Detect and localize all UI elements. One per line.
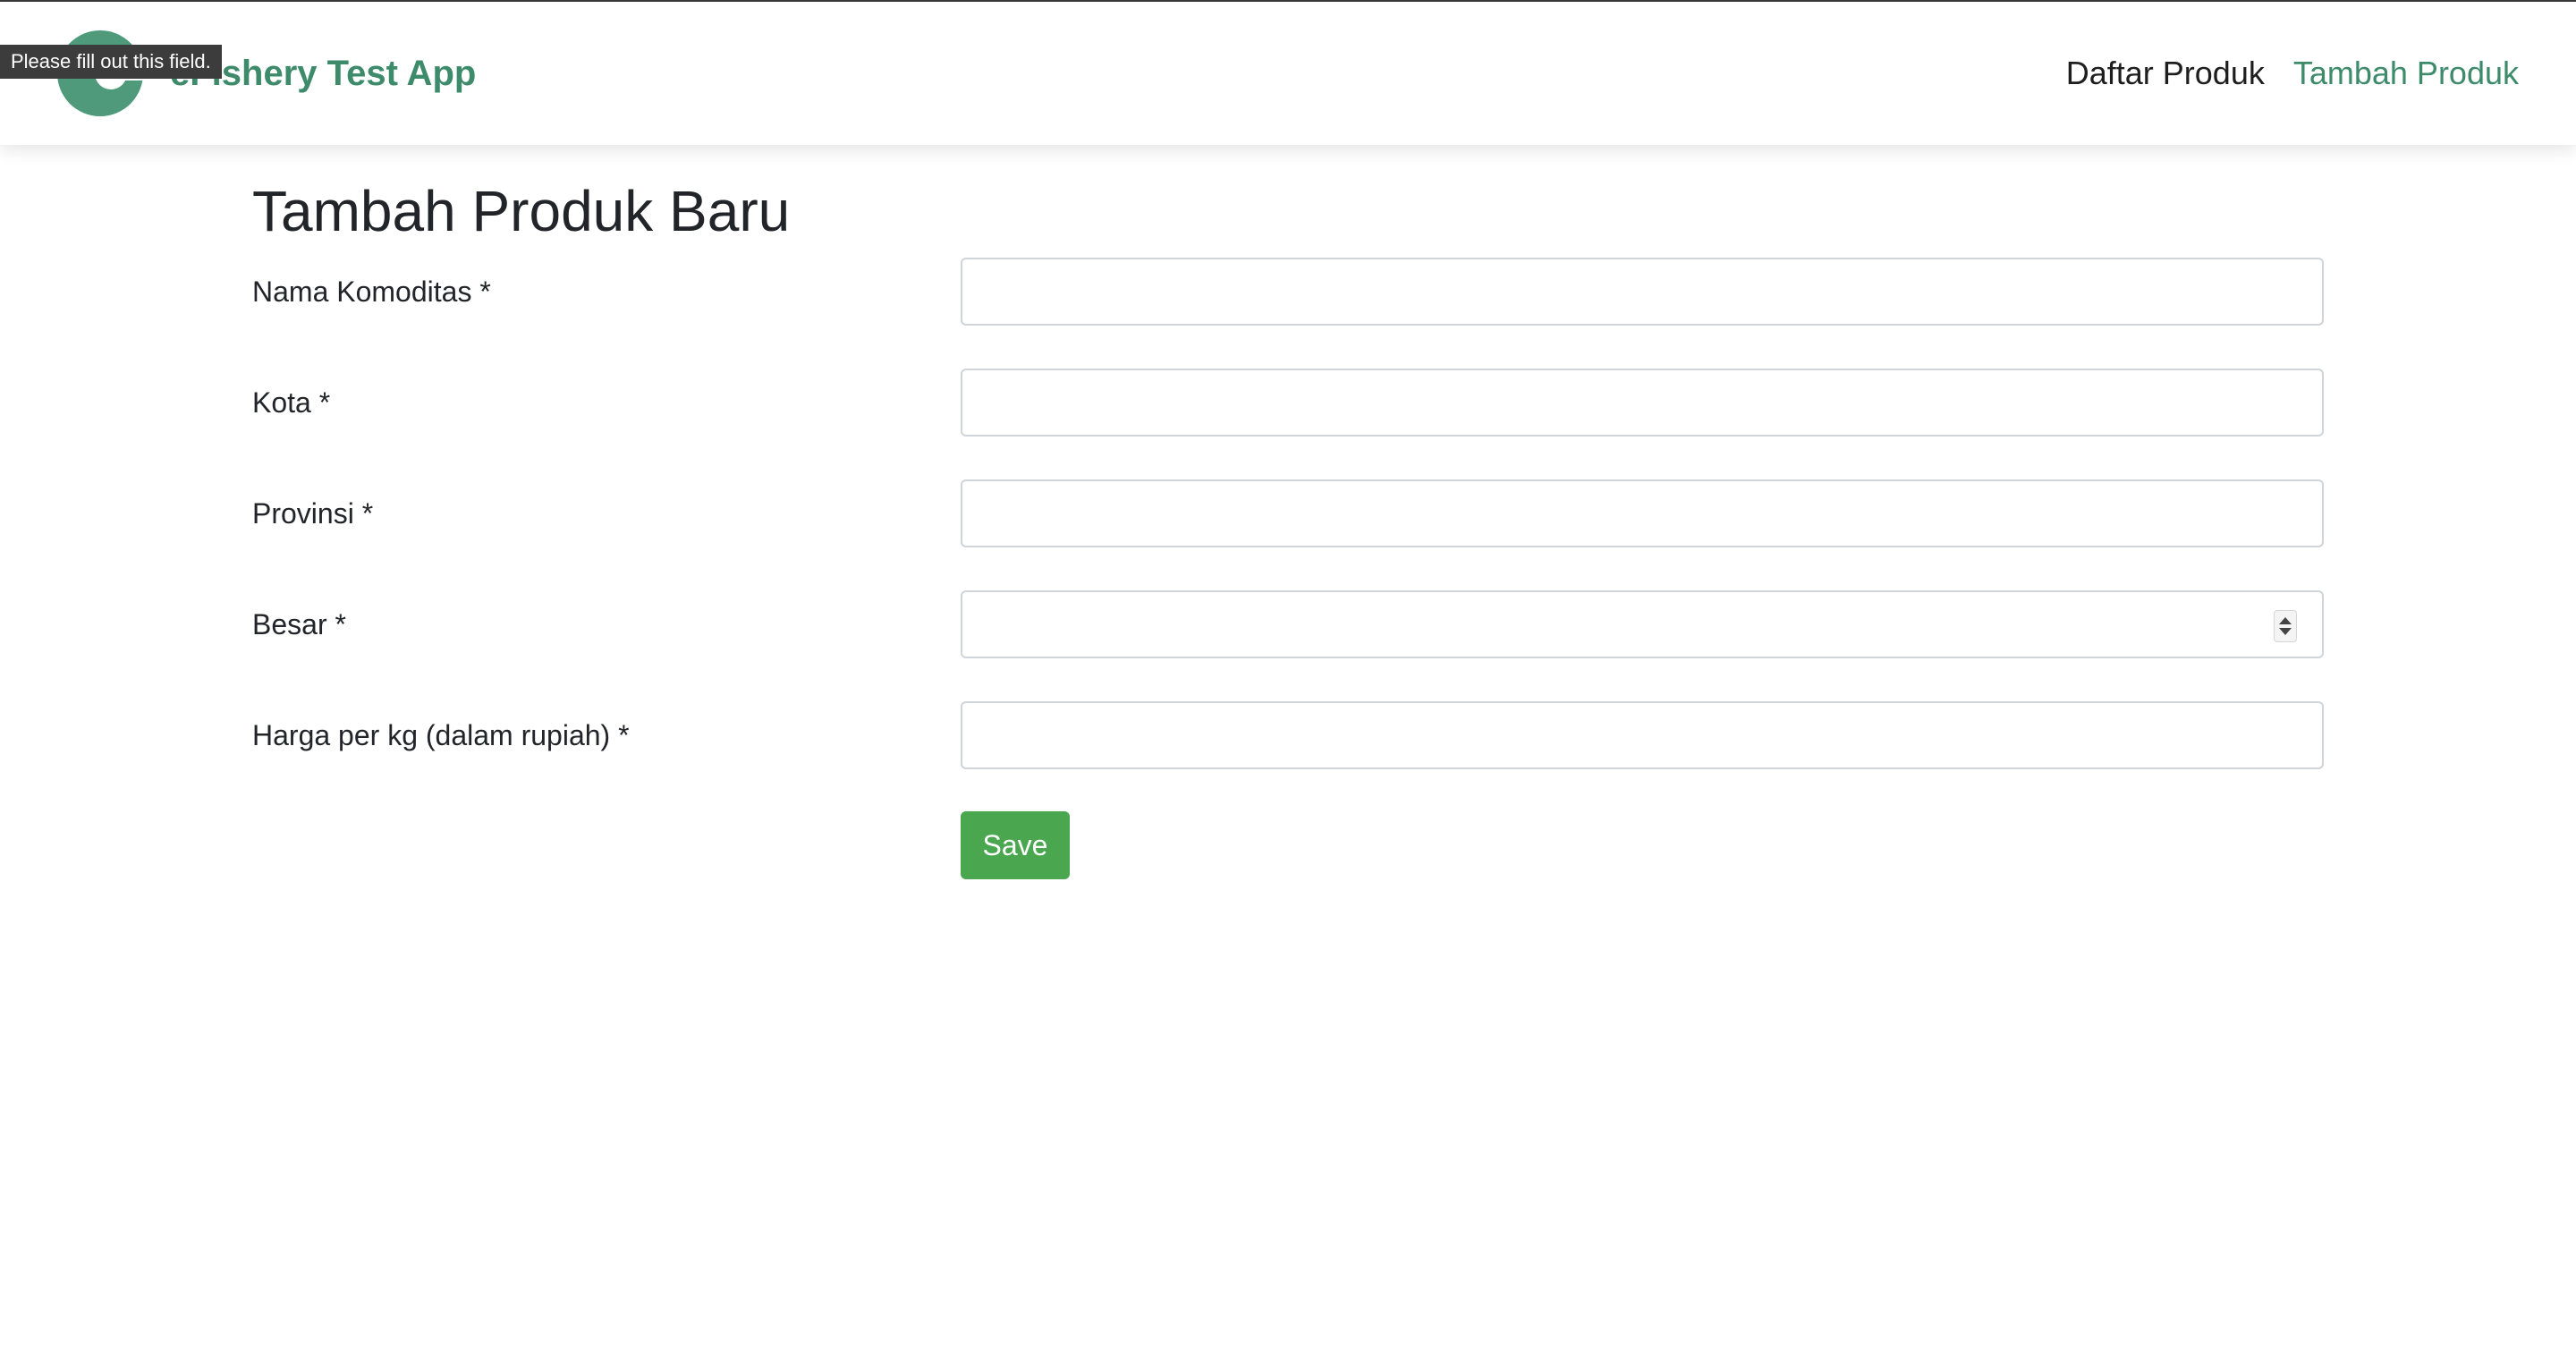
stepper-down-icon[interactable] <box>2279 628 2292 635</box>
validation-tooltip: Please fill out this field. <box>0 45 222 79</box>
form-row-nama-komoditas: Nama Komoditas * <box>252 258 2324 326</box>
provinsi-input[interactable] <box>961 479 2324 547</box>
harga-input[interactable] <box>961 701 2324 769</box>
nav-link-daftar-produk[interactable]: Daftar Produk <box>2066 50 2265 97</box>
form-row-besar: Besar * <box>252 590 2324 658</box>
kota-label: Kota * <box>252 386 331 419</box>
besar-input[interactable] <box>961 590 2324 658</box>
form-row-kota: Kota * <box>252 369 2324 437</box>
kota-input[interactable] <box>961 369 2324 437</box>
save-button[interactable]: Save <box>961 811 1070 879</box>
stepper-up-icon[interactable] <box>2279 617 2292 624</box>
nav-links: Daftar Produk Tambah Produk <box>2066 50 2519 97</box>
harga-label: Harga per kg (dalam rupiah) * <box>252 719 630 751</box>
form-row-harga: Harga per kg (dalam rupiah) * <box>252 701 2324 769</box>
besar-label: Besar * <box>252 608 346 640</box>
provinsi-label: Provinsi * <box>252 497 374 530</box>
number-stepper[interactable] <box>2274 610 2297 642</box>
form-row-provinsi: Provinsi * <box>252 479 2324 547</box>
nama-komoditas-input[interactable] <box>961 258 2324 326</box>
nav-link-tambah-produk[interactable]: Tambah Produk <box>2293 50 2519 97</box>
page-title: Tambah Produk Baru <box>252 179 791 243</box>
nama-komoditas-label: Nama Komoditas * <box>252 276 491 308</box>
navbar: eFishery Test App Daftar Produk Tambah P… <box>0 2 2576 145</box>
